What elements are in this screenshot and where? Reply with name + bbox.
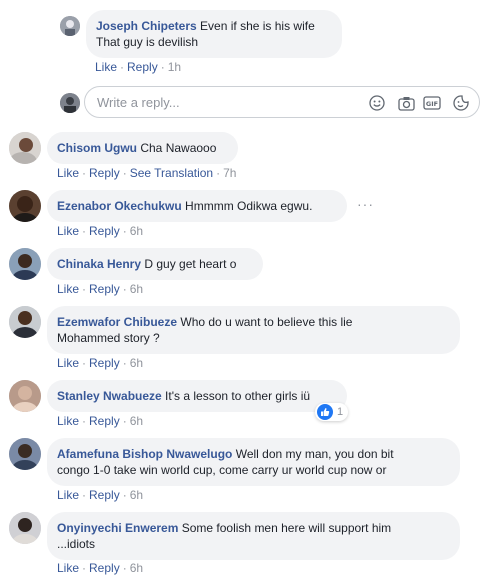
comment-bubble: Ezenabor Okechukwu Hmmmm Odikwa egwu. <box>47 190 347 222</box>
comment-actions: Like · Reply · 6h <box>57 224 144 238</box>
avatar[interactable] <box>9 380 41 412</box>
comment-author[interactable]: Ezemwafor Chibueze <box>57 315 177 329</box>
reply-link[interactable]: Reply <box>89 561 120 575</box>
comment-text: Some foolish men here will support him <box>181 521 392 535</box>
like-reaction-icon <box>317 404 333 420</box>
comment-author[interactable]: Onyinyechi Enwerem <box>57 521 178 535</box>
reply-link[interactable]: Reply <box>89 414 120 428</box>
timestamp[interactable]: 6h <box>130 561 143 575</box>
comment-actions: Like · Reply · 6h <box>57 561 144 575</box>
comment-actions: Like · Reply · 6h <box>57 282 144 296</box>
comment-author[interactable]: Chisom Ugwu <box>57 141 137 155</box>
like-link[interactable]: Like <box>57 561 79 575</box>
comment-text: Cha Nawaooo <box>140 141 217 155</box>
comment-text: Hmmmm Odikwa egwu. <box>185 199 313 213</box>
reply-placeholder: Write a reply... <box>97 95 180 110</box>
comment-bubble: Chinaka Henry D guy get heart o <box>47 248 263 280</box>
reply-input[interactable]: Write a reply... GIF <box>84 86 480 118</box>
reply-link[interactable]: Reply <box>89 356 120 370</box>
comment-bubble: Ezemwafor Chibueze Who do u want to beli… <box>47 306 460 354</box>
like-link[interactable]: Like <box>57 356 79 370</box>
like-link[interactable]: Like <box>57 224 79 238</box>
avatar[interactable] <box>9 248 41 280</box>
timestamp[interactable]: 1h <box>168 60 181 74</box>
comment-bubble: Afamefuna Bishop Nwawelugo Well don my m… <box>47 438 460 486</box>
reply-link[interactable]: Reply <box>127 60 158 74</box>
sticker-icon[interactable] <box>452 94 470 112</box>
reaction-count-badge[interactable]: 1 <box>315 403 349 421</box>
more-options-icon[interactable]: ··· <box>357 196 374 212</box>
reply-link[interactable]: Reply <box>89 488 120 502</box>
comment-text: D guy get heart o <box>144 257 237 271</box>
comment-bubble: Joseph Chipeters Even if she is his wife… <box>86 10 342 58</box>
comment-text: Even if she is his wife <box>200 19 315 33</box>
comment-text-line2: ...idiots <box>57 537 96 551</box>
comment-actions: Like · Reply · 6h <box>57 414 144 428</box>
reply-link[interactable]: Reply <box>89 282 120 296</box>
timestamp[interactable]: 7h <box>223 166 236 180</box>
comment-text-line2: That guy is devilish <box>96 35 199 49</box>
timestamp[interactable]: 6h <box>130 282 143 296</box>
like-link[interactable]: Like <box>57 488 79 502</box>
gif-icon[interactable]: GIF <box>423 94 441 112</box>
comment-actions: Like · Reply · 1h <box>95 60 182 74</box>
timestamp[interactable]: 6h <box>130 356 143 370</box>
comment-author[interactable]: Joseph Chipeters <box>96 19 197 33</box>
comment-text-line2: Mohammed story ? <box>57 331 160 345</box>
svg-text:GIF: GIF <box>426 100 438 108</box>
timestamp[interactable]: 6h <box>130 414 143 428</box>
comment-author[interactable]: Ezenabor Okechukwu <box>57 199 182 213</box>
comment-bubble: Onyinyechi Enwerem Some foolish men here… <box>47 512 460 560</box>
reply-link[interactable]: Reply <box>89 224 120 238</box>
avatar[interactable] <box>9 512 41 544</box>
comment-text: Well don my man, you don bit <box>235 447 394 461</box>
avatar[interactable] <box>9 438 41 470</box>
reaction-count: 1 <box>337 406 344 418</box>
comment-text-line2: congo 1-0 take win world cup, come carry… <box>57 463 387 477</box>
like-link[interactable]: Like <box>57 166 79 180</box>
comment-author[interactable]: Stanley Nwabueze <box>57 389 162 403</box>
avatar[interactable] <box>9 190 41 222</box>
see-translation-link[interactable]: See Translation <box>130 166 213 180</box>
comment-text: Who do u want to believe this lie <box>180 315 353 329</box>
comment-actions: Like · Reply · 6h <box>57 356 144 370</box>
timestamp[interactable]: 6h <box>130 488 143 502</box>
comment-author[interactable]: Afamefuna Bishop Nwawelugo <box>57 447 232 461</box>
like-link[interactable]: Like <box>95 60 117 74</box>
comment-text: It's a lesson to other girls iü <box>165 389 311 403</box>
comment-actions: Like · Reply · 6h <box>57 488 144 502</box>
comment-actions: Like · Reply · See Translation · 7h <box>57 166 237 180</box>
timestamp[interactable]: 6h <box>130 224 143 238</box>
comment-bubble: Chisom Ugwu Cha Nawaooo <box>47 132 238 164</box>
emoji-icon[interactable] <box>368 94 386 112</box>
avatar[interactable] <box>60 16 80 36</box>
comment-author[interactable]: Chinaka Henry <box>57 257 141 271</box>
avatar[interactable] <box>9 306 41 338</box>
like-link[interactable]: Like <box>57 414 79 428</box>
reply-link[interactable]: Reply <box>89 166 120 180</box>
like-link[interactable]: Like <box>57 282 79 296</box>
avatar[interactable] <box>9 132 41 164</box>
avatar <box>60 93 80 113</box>
comment-bubble: Stanley Nwabueze It's a lesson to other … <box>47 380 347 412</box>
camera-icon[interactable] <box>397 94 415 112</box>
